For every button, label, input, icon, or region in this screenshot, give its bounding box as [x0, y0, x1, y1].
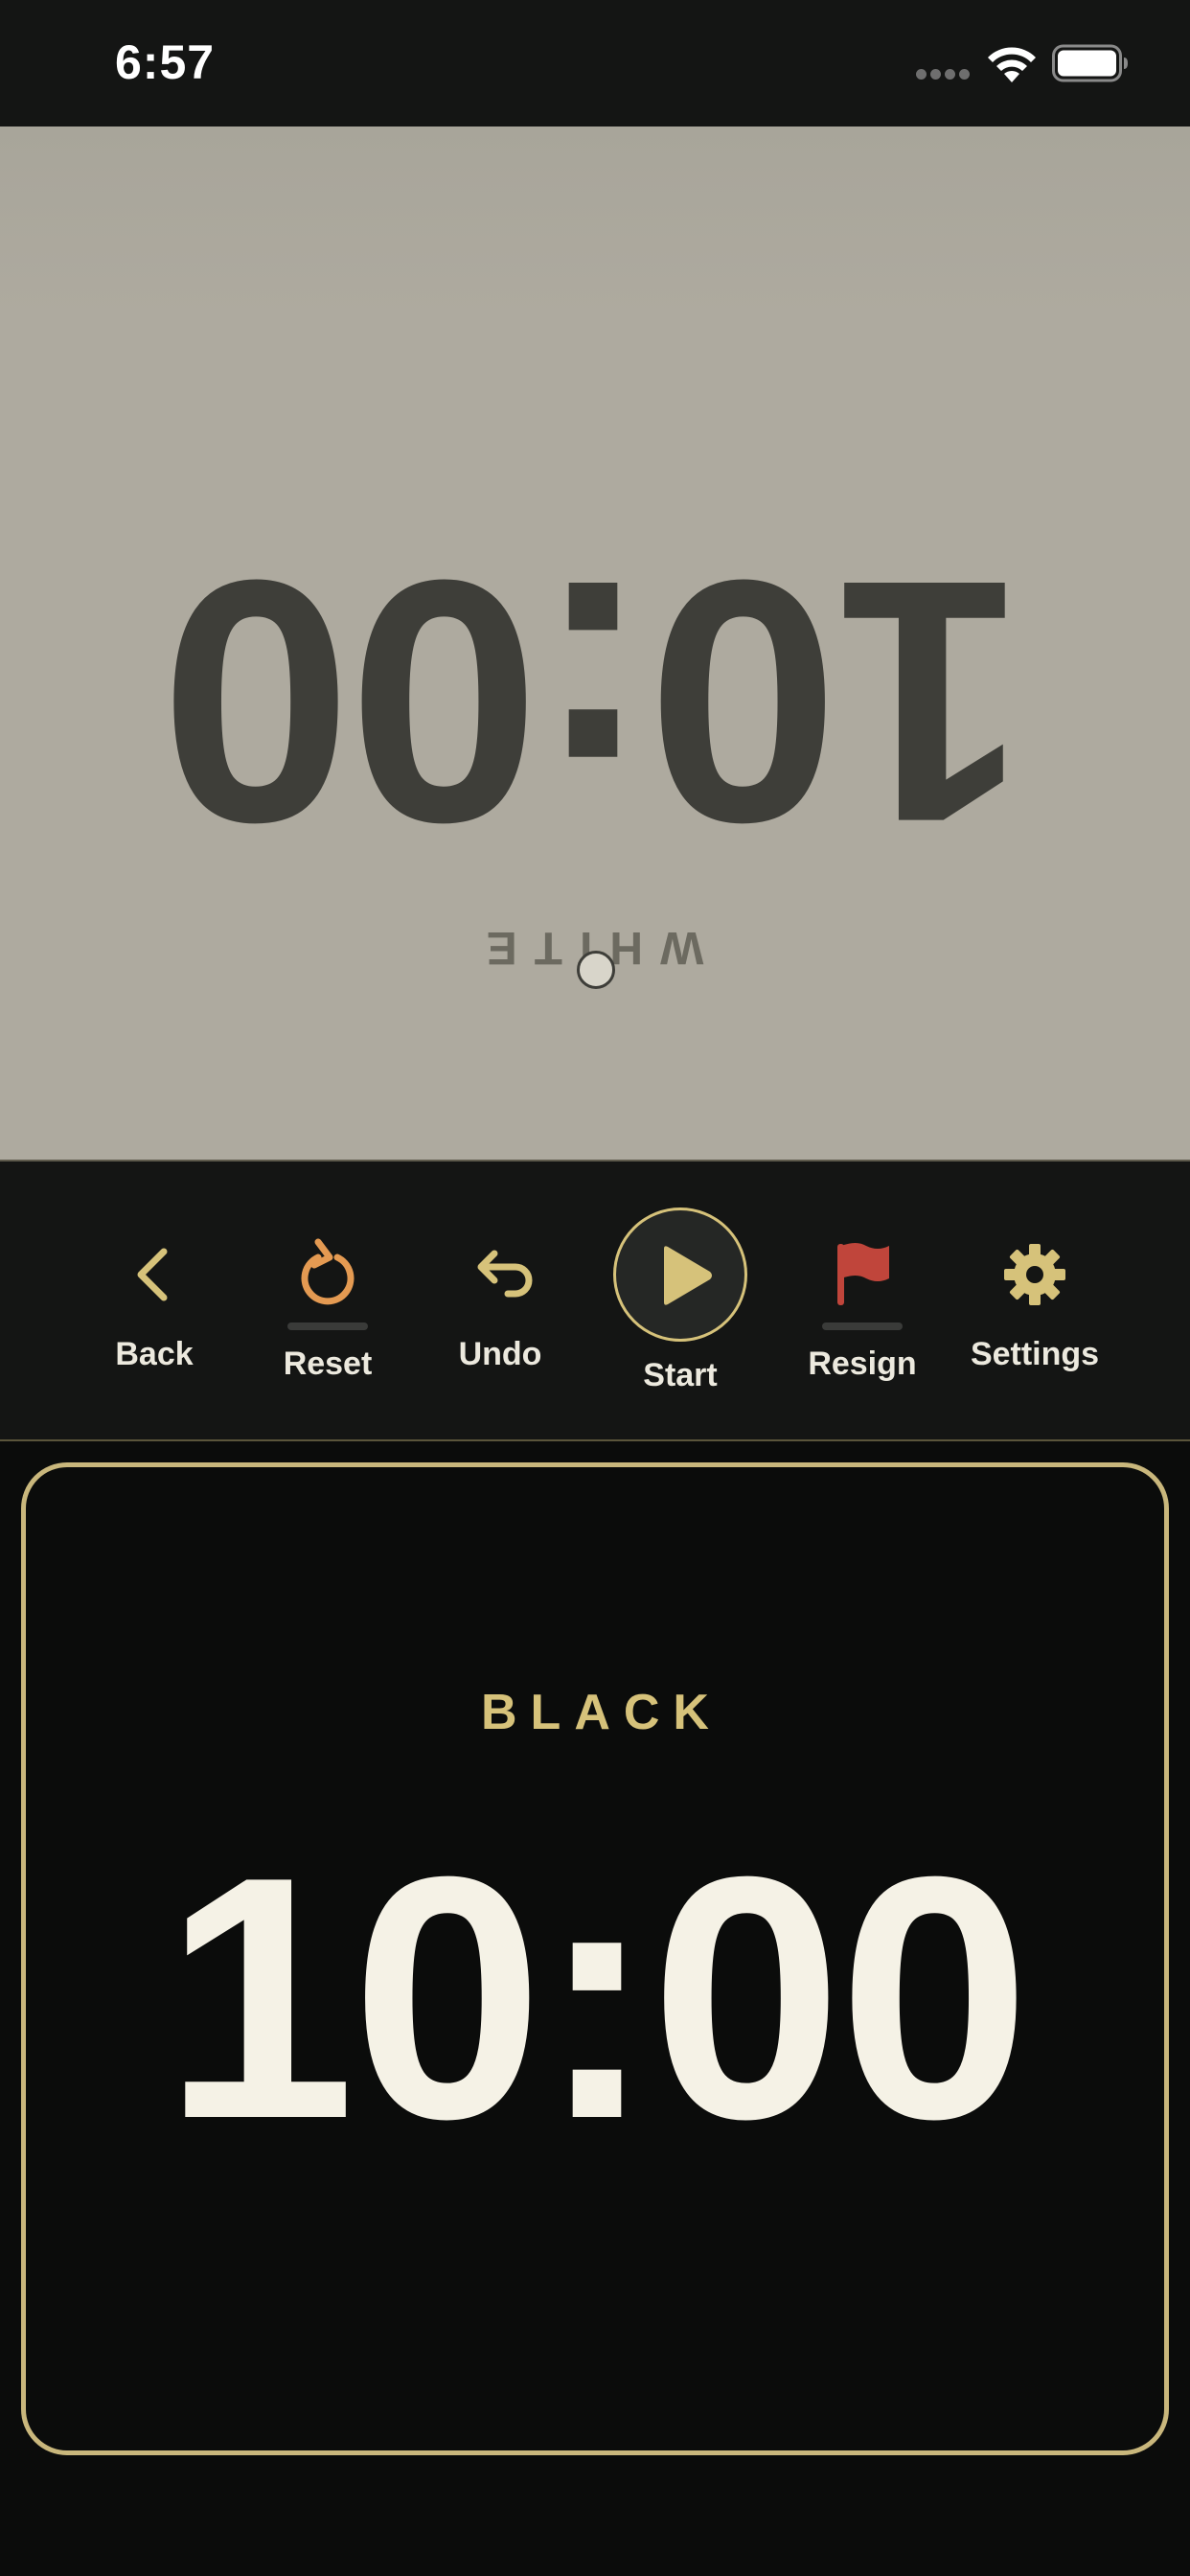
start-label: Start — [643, 1357, 718, 1393]
turn-indicator-dot — [577, 951, 615, 989]
flag-icon — [837, 1243, 889, 1305]
back-button[interactable]: Back — [73, 1162, 236, 1441]
resign-label: Resign — [808, 1346, 917, 1382]
reset-icon — [301, 1238, 355, 1305]
reset-label: Reset — [283, 1346, 373, 1382]
white-player-clock[interactable]: WHITE 10:00 — [0, 126, 1190, 1162]
black-player-clock[interactable]: BLACK 10:00 — [21, 1462, 1169, 2455]
cellular-signal-icon — [916, 69, 970, 80]
back-label: Back — [115, 1336, 194, 1372]
white-clock-content: WHITE 10:00 — [0, 126, 1190, 1162]
gear-icon — [1004, 1244, 1065, 1305]
resign-hold-indicator — [822, 1322, 903, 1330]
wifi-icon — [988, 47, 1036, 82]
status-time: 6:57 — [115, 35, 216, 89]
start-circle — [613, 1208, 747, 1342]
play-icon — [664, 1246, 712, 1305]
start-button[interactable]: Start — [599, 1162, 762, 1441]
undo-label: Undo — [458, 1336, 542, 1372]
white-time-display: 10:00 — [163, 509, 1027, 894]
resign-button[interactable]: Resign — [781, 1162, 944, 1441]
settings-button[interactable]: Settings — [953, 1162, 1116, 1441]
undo-button[interactable]: Undo — [419, 1162, 582, 1441]
undo-icon — [477, 1250, 533, 1298]
reset-hold-indicator — [287, 1322, 368, 1330]
control-toolbar: Back Reset Undo Start Resign Settings — [0, 1162, 1190, 1441]
settings-label: Settings — [970, 1336, 1100, 1372]
black-time-display: 10:00 — [163, 1806, 1031, 2191]
black-player-label: BLACK — [481, 1685, 722, 1740]
status-bar: 6:57 — [0, 0, 1190, 126]
reset-button[interactable]: Reset — [246, 1162, 409, 1441]
battery-icon — [1052, 44, 1128, 82]
chess-clock-screen: 6:57 WHITE 10:00 Back Reset Undo Start R… — [0, 0, 1190, 2576]
chevron-left-icon — [137, 1248, 168, 1301]
